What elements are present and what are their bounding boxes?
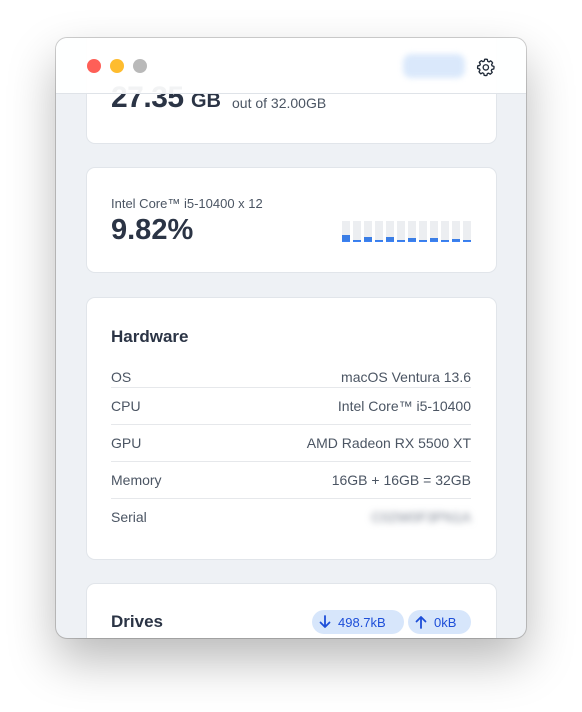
hardware-row-key: OS (111, 369, 132, 385)
drives-title: Drives (111, 612, 163, 631)
cpu-name: Intel Core™ i5-10400 x 12 (111, 196, 263, 211)
hardware-row-key: Memory (111, 472, 162, 488)
cpu-card: Intel Core™ i5-10400 x 12 9.82% (86, 167, 497, 273)
cpu-core-bar (452, 221, 460, 242)
drives-card: Drives 498.7kB 0kB (86, 583, 497, 638)
cpu-core-bar-fill (430, 238, 438, 241)
arrow-down-icon (319, 615, 331, 628)
cpu-usage: 9.82% (111, 214, 194, 246)
cpu-core-bar-fill (386, 237, 394, 241)
cpu-core-bar (441, 221, 449, 242)
drive-write-rate: 0kB (434, 614, 457, 630)
cpu-core-bar (419, 221, 427, 242)
hardware-row-cpu: CPU Intel Core™ i5-10400 (111, 387, 471, 425)
hardware-row-value: Intel Core™ i5-10400 (337, 398, 471, 414)
cpu-core-bar-fill (364, 237, 372, 241)
drive-read-rate: 498.7kB (338, 614, 386, 630)
hardware-row-key: GPU (111, 435, 142, 451)
scroll-content[interactable]: 27.35 GB out of 32.00GB Intel Core™ i5-1… (56, 38, 526, 638)
cpu-core-bar (364, 221, 372, 242)
blurred-toolbar-button[interactable] (403, 54, 465, 78)
cpu-core-bar (463, 221, 471, 242)
hardware-card: Hardware OS macOS Ventura 13.6 CPU Intel… (86, 297, 497, 560)
drive-write-rate-badge: 0kB (408, 610, 471, 634)
cpu-core-bar-fill (375, 240, 383, 241)
hardware-row-value: macOS Ventura 13.6 (341, 369, 471, 385)
hardware-row-memory: Memory 16GB + 16GB = 32GB (111, 461, 471, 499)
cpu-core-bar-fill (441, 240, 449, 241)
minimize-window-button[interactable] (110, 59, 124, 73)
cpu-core-bar-fill (408, 238, 416, 241)
cpu-core-bar (408, 221, 416, 242)
cpu-core-bar-fill (397, 240, 405, 241)
cpu-core-bar (386, 221, 394, 242)
cpu-core-bar (397, 221, 405, 242)
zoom-window-button[interactable] (133, 59, 147, 73)
cpu-core-bar-fill (419, 240, 427, 241)
cpu-core-bar-fill (353, 240, 361, 241)
cpu-core-bar (375, 221, 383, 242)
cpu-core-bar (342, 221, 350, 242)
drive-read-rate-badge: 498.7kB (312, 610, 404, 634)
hardware-title: Hardware (111, 327, 189, 346)
title-bar (56, 38, 526, 94)
close-window-button[interactable] (87, 59, 101, 73)
hardware-row-gpu: GPU AMD Radeon RX 5500 XT (111, 424, 471, 462)
hardware-row-key: CPU (111, 398, 141, 414)
gear-icon[interactable] (476, 57, 496, 77)
arrow-up-icon (415, 616, 427, 629)
cpu-core-bar-fill (342, 235, 350, 241)
hardware-row-value: 16GB + 16GB = 32GB (331, 472, 471, 488)
hardware-row-value: AMD Radeon RX 5500 XT (306, 435, 471, 451)
serial-number-value: C02W0F3PN1A (371, 509, 471, 525)
cpu-core-bar-fill (452, 239, 460, 241)
app-window: 27.35 GB out of 32.00GB Intel Core™ i5-1… (56, 38, 526, 638)
cpu-core-bars (342, 221, 471, 242)
cpu-core-bar (353, 221, 361, 242)
memory-total: out of 32.00GB (232, 95, 327, 111)
hardware-row-serial: Serial C02W0F3PN1A (111, 498, 471, 536)
hardware-row-key: Serial (111, 509, 147, 525)
cpu-core-bar-fill (463, 240, 471, 241)
cpu-core-bar (430, 221, 438, 242)
